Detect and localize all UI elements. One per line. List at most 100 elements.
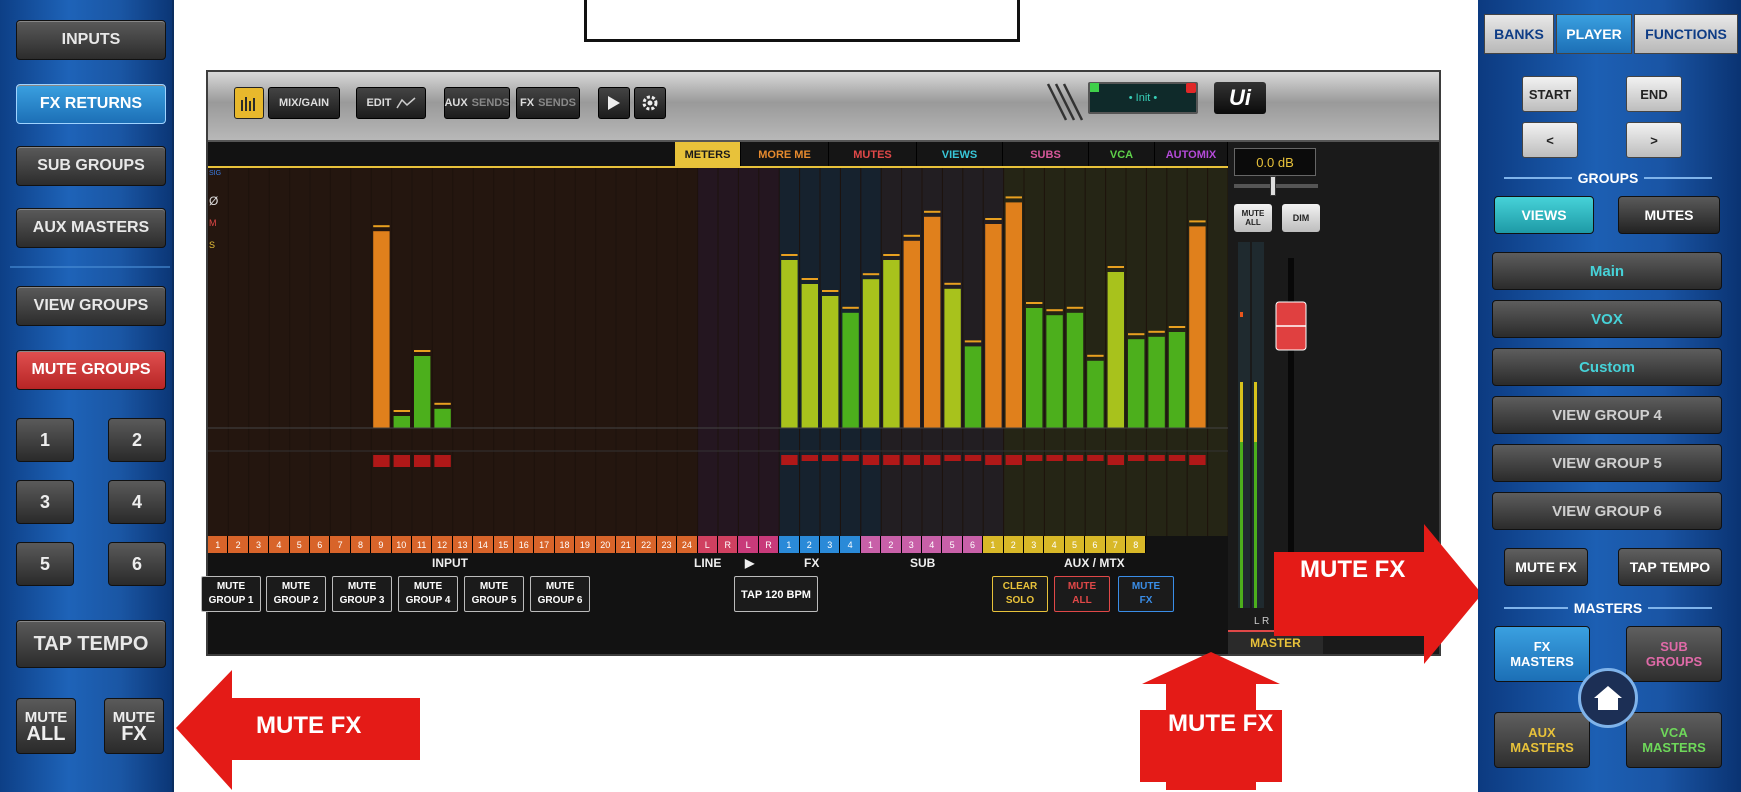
aux-masters-b: MASTERS (1510, 740, 1574, 755)
meter-peak (373, 225, 390, 228)
mute-all-center-button[interactable]: MUTE ALL (1054, 576, 1110, 612)
fx-returns-button[interactable]: FX RETURNS (16, 84, 166, 124)
tab-more-me[interactable]: MORE ME (741, 142, 829, 168)
group-label-sub: SUB (910, 556, 936, 570)
meter-peak (1148, 330, 1165, 333)
mute-group-4-button[interactable]: 4 (108, 480, 166, 524)
fx-sends-b: SENDS (538, 97, 576, 109)
mute-group-2-toggle[interactable]: MUTE GROUP 2 (266, 576, 326, 612)
tab-vca[interactable]: VCA (1089, 142, 1155, 168)
clear-solo-button[interactable]: CLEAR SOLO (992, 576, 1048, 612)
channel-number: 5 (289, 536, 310, 553)
prev-bank-button[interactable]: < (1522, 122, 1578, 158)
meter-bars-icon (241, 97, 255, 111)
vca-masters-button[interactable]: VCA MASTERS (1626, 712, 1722, 768)
mute-group-4-toggle[interactable]: MUTE GROUP 4 (398, 576, 458, 612)
tab-meters[interactable]: METERS (675, 142, 741, 168)
mute-group-1-button[interactable]: 1 (16, 418, 74, 462)
sub-groups-right-button[interactable]: SUB GROUPS (1626, 626, 1722, 682)
mute-group-1-toggle[interactable]: MUTE GROUP 1 (201, 576, 261, 612)
meter-peak (801, 278, 818, 280)
view-group-5[interactable]: VIEW GROUP 5 (1492, 444, 1722, 482)
meter-channel-bg (473, 168, 494, 536)
tap-tempo-right-button[interactable]: TAP TEMPO (1618, 548, 1722, 586)
tab-subs[interactable]: SUBS (1003, 142, 1089, 168)
aux-sends-button[interactable]: AUX SENDS (444, 87, 510, 119)
inputs-button[interactable]: INPUTS (16, 20, 166, 60)
meter-channel-bg (330, 168, 351, 536)
fx-sends-button[interactable]: FX SENDS (516, 87, 580, 119)
aux-masters-right-button[interactable]: AUX MASTERS (1494, 712, 1590, 768)
mute-fx-right-button[interactable]: MUTE FX (1504, 548, 1588, 586)
view-groups-button[interactable]: VIEW GROUPS (16, 286, 166, 326)
settings-button[interactable] (634, 87, 666, 119)
tap-bpm-button[interactable]: TAP 120 BPM (734, 576, 818, 612)
master-mute-all-button[interactable]: MUTE ALL (1234, 204, 1272, 232)
meter-bar (393, 416, 410, 428)
meter-bar (1128, 339, 1145, 428)
view-group-main[interactable]: Main (1492, 252, 1722, 290)
mute-group-6-toggle[interactable]: MUTE GROUP 6 (530, 576, 590, 612)
mute-fx-button[interactable]: MUTE FX (104, 698, 164, 754)
mute-group-2-button[interactable]: 2 (108, 418, 166, 462)
sub-groups-button[interactable]: SUB GROUPS (16, 146, 166, 186)
mute-group-3-button[interactable]: 3 (16, 480, 74, 524)
callout-mute-fx-left: MUTE FX (256, 712, 362, 739)
mute-group-3-toggle[interactable]: MUTE GROUP 3 (332, 576, 392, 612)
mute-all-button[interactable]: MUTE ALL (16, 698, 76, 754)
view-group-vox[interactable]: VOX (1492, 300, 1722, 338)
channel-number: 23 (656, 536, 678, 553)
tab-functions[interactable]: FUNCTIONS (1634, 14, 1738, 54)
tab-automix[interactable]: AUTOMIX (1155, 142, 1228, 168)
view-group-6[interactable]: VIEW GROUP 6 (1492, 492, 1722, 530)
channel-number: 3 (1024, 536, 1045, 553)
mute-groups-button[interactable]: MUTE GROUPS (16, 350, 166, 390)
home-button[interactable] (1578, 668, 1638, 728)
edit-button[interactable]: EDIT (356, 87, 426, 119)
mute-fx-center-button[interactable]: MUTE FX (1118, 576, 1174, 612)
channel-number: 24 (677, 536, 698, 553)
mute-group-5-button[interactable]: 5 (16, 542, 74, 586)
tab-mutes[interactable]: MUTES (829, 142, 917, 168)
aux-masters-button[interactable]: AUX MASTERS (16, 208, 166, 248)
mutes-button[interactable]: MUTES (1618, 196, 1720, 234)
meter-bar (373, 231, 390, 428)
mix-gain-button[interactable]: MIX/GAIN (268, 87, 340, 119)
sub-groups-b: GROUPS (1645, 654, 1703, 669)
group-label-fx: FX (804, 556, 820, 570)
meter-bar (903, 240, 920, 428)
clear-solo-b: SOLO (1005, 595, 1035, 606)
gear-icon (642, 95, 658, 111)
snapshot-display[interactable]: • Init • (1088, 82, 1198, 114)
meter-channel-bg (351, 168, 371, 536)
mute-group-5-toggle[interactable]: MUTE GROUP 5 (464, 576, 524, 612)
gr-meter (373, 455, 390, 467)
meter-channel-bg (657, 168, 677, 536)
tab-banks[interactable]: BANKS (1484, 14, 1554, 54)
channel-number: 20 (595, 536, 616, 553)
meter-peak (1107, 266, 1124, 268)
channel-number: 2 (881, 536, 902, 553)
channel-number: 16 (514, 536, 535, 553)
views-button[interactable]: VIEWS (1494, 196, 1594, 234)
play-button[interactable] (598, 87, 630, 119)
channel-number: 3 (248, 536, 270, 553)
next-bank-button[interactable]: > (1626, 122, 1682, 158)
dim-button[interactable]: DIM (1282, 204, 1320, 232)
start-button[interactable]: START (1522, 76, 1578, 112)
channel-number: 8 (1126, 536, 1147, 553)
view-group-custom[interactable]: Custom (1492, 348, 1722, 386)
pan-track (1234, 184, 1318, 188)
end-button[interactable]: END (1626, 76, 1682, 112)
meters-toolbar-button[interactable] (234, 87, 264, 119)
meter-channel-bg (228, 168, 249, 536)
view-group-4[interactable]: VIEW GROUP 4 (1492, 396, 1722, 434)
channel-number: 1 (983, 536, 1004, 553)
mute-group-6-button[interactable]: 6 (108, 542, 166, 586)
tap-tempo-button[interactable]: TAP TEMPO (16, 620, 166, 668)
master-db-readout[interactable]: 0.0 dB (1234, 148, 1316, 176)
fx-masters-button[interactable]: FX MASTERS (1494, 626, 1590, 682)
tab-views[interactable]: VIEWS (917, 142, 1003, 168)
pan-knob[interactable] (1270, 176, 1276, 196)
tab-player[interactable]: PLAYER (1556, 14, 1632, 54)
